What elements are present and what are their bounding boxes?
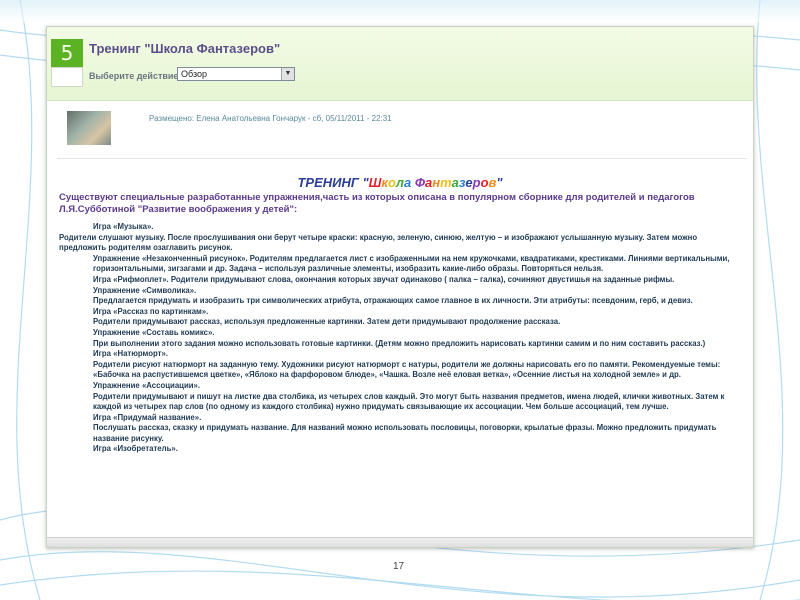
title-letter: е <box>465 175 473 190</box>
page-number: 17 <box>393 561 405 572</box>
action-select[interactable]: Обзор ▼ <box>177 67 295 81</box>
document-paragraph: Игра «Изобретатель». <box>93 444 178 454</box>
chevron-down-icon[interactable]: ▼ <box>281 68 294 80</box>
title-letter: о <box>387 175 396 190</box>
title-letter: л <box>395 175 404 190</box>
title-letter: а <box>451 175 459 190</box>
document-title: ТРЕНИНГ "Школа Фантазеров" <box>47 175 753 190</box>
page-title: Тренинг "Школа Фантазеров" <box>89 41 281 56</box>
divider <box>57 158 747 159</box>
document-paragraph: Послушать рассказ, сказку и придумать на… <box>93 423 717 443</box>
document-paragraph: Игра «Рассказ по картинкам». <box>93 306 209 316</box>
document-paragraph: Упражнение «Ассоциации». <box>93 380 201 390</box>
badge-base <box>51 67 83 87</box>
document-paragraph: Игра «Музыка». <box>93 222 154 231</box>
title-letter: р <box>472 175 481 190</box>
document-title-prefix: ТРЕНИНГ " <box>297 175 369 190</box>
title-letter: н <box>432 175 441 190</box>
document-paragraph: Игра «Придумай название». <box>93 412 202 422</box>
horizontal-scrollbar[interactable] <box>47 537 753 547</box>
posted-info: Размещено: Елена Анатольевна Гончарук - … <box>149 114 392 123</box>
document-paragraph: Родители придумывают и пишут на листке д… <box>93 391 725 412</box>
title-letter: Ш <box>368 175 382 190</box>
title-letter: Ф <box>414 175 426 190</box>
action-label: Выберите действие: <box>89 71 182 81</box>
document-paragraph: При выполнении этого задания можно испол… <box>93 338 706 348</box>
document-paragraph: Упражнение «Незаконченный рисунок». Роди… <box>93 253 730 274</box>
lesson-badge: 5 <box>51 39 83 67</box>
document-title-colored: Школа Фантазеров <box>369 175 497 190</box>
title-letter: т <box>440 175 452 190</box>
document-body: Существуют специальные разработанные упр… <box>59 192 745 455</box>
title-letter: о <box>480 175 489 190</box>
document-paragraph: Родители слушают музыку. После прослушив… <box>59 232 698 253</box>
document-paragraph: Родители придумывают рассказ, используя … <box>93 317 561 327</box>
document-paragraph: Упражнение «Символика». <box>93 285 197 295</box>
document-lines: Игра «Музыка». Родители слушают музыку. П… <box>59 222 745 455</box>
content-panel: 5 Тренинг "Школа Фантазеров" Выберите де… <box>46 26 754 548</box>
document-paragraph: Игра «Рифмоплет». Родители придумывают с… <box>93 274 675 284</box>
document-intro: Существуют специальные разработанные упр… <box>59 192 695 215</box>
panel-header: 5 Тренинг "Школа Фантазеров" Выберите де… <box>47 27 753 101</box>
avatar <box>67 111 111 145</box>
document-title-suffix: " <box>496 175 503 190</box>
title-letter: к <box>381 175 388 190</box>
document-paragraph: Упражнение «Составь комикс». <box>93 327 215 337</box>
document-paragraph: Предлагается придумать и изобразить три … <box>93 296 693 306</box>
document-paragraph: Родители рисуют натюрморт на заданную те… <box>93 359 721 380</box>
document-paragraph: Игра «Натюрморт». <box>93 349 168 359</box>
action-select-value: Обзор <box>181 69 207 79</box>
